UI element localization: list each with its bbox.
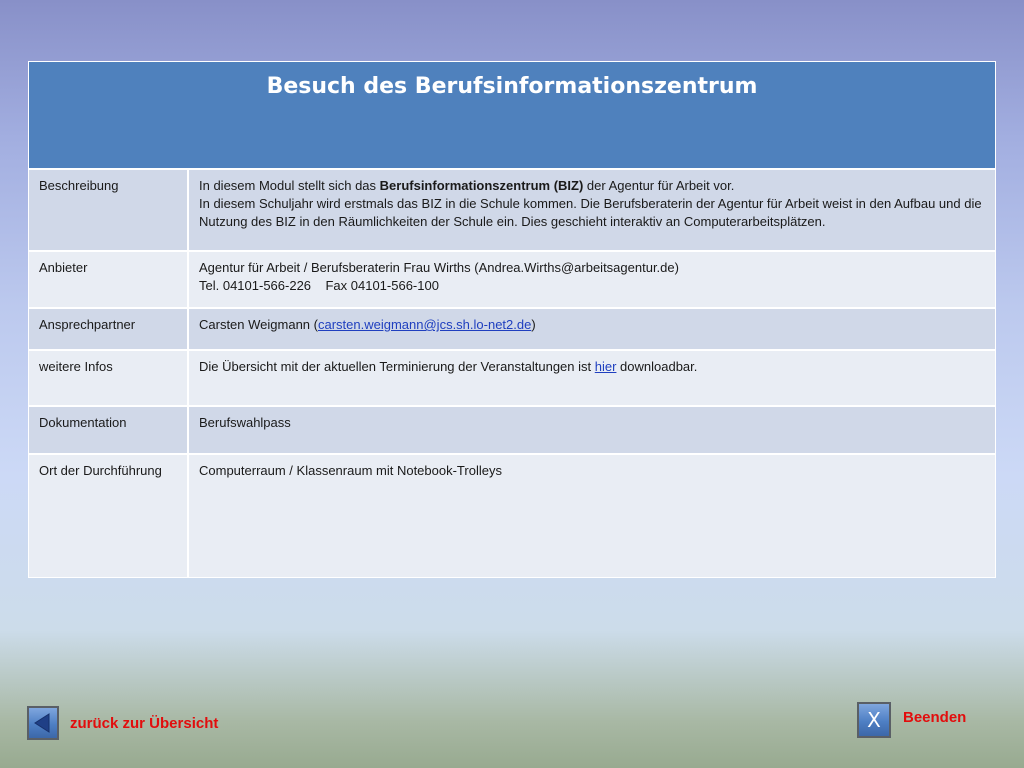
download-link[interactable]: hier [595,359,617,374]
info-text: Die Übersicht mit der aktuellen Terminie… [199,359,595,374]
provider-phone-text: Tel. 04101-566-226 Fax 04101-566-100 [199,278,439,293]
row-label: Ort der Durchführung [29,455,189,577]
page-title: Besuch des Berufsinformationszentrum [29,62,995,170]
description-text: In diesem Modul stellt sich das [199,178,380,193]
contact-text: Carsten Weigmann ( [199,317,318,332]
row-value: Berufswahlpass [199,415,291,430]
info-table: Besuch des Berufsinformationszentrum Bes… [28,61,996,578]
contact-email-link[interactable]: carsten.weigmann@jcs.sh.lo-net2.de [318,317,531,332]
row-label: Anbieter [29,252,189,307]
row-value: Agentur für Arbeit / Berufsberaterin Fra… [189,252,995,307]
exit-button[interactable]: X Beenden [857,702,966,738]
row-value: Computerraum / Klassenraum mit Notebook-… [199,463,502,478]
row-label: weitere Infos [29,351,189,405]
table-row-anbieter: Anbieter Agentur für Arbeit / Berufsbera… [29,252,995,309]
back-to-overview-label[interactable]: zurück zur Übersicht [70,715,218,732]
exit-label[interactable]: Beenden [903,709,966,726]
table-row-infos: weitere Infos Die Übersicht mit der aktu… [29,351,995,407]
table-row-ort: Ort der Durchführung Computerraum / Klas… [29,455,995,577]
description-text: In diesem Schuljahr wird erstmals das BI… [199,196,982,229]
row-label: Beschreibung [29,170,189,250]
back-to-overview-button[interactable]: zurück zur Übersicht [27,706,218,740]
description-text: der Agentur für Arbeit vor. [583,178,735,193]
table-row-ansprechpartner: Ansprechpartner Carsten Weigmann (carste… [29,309,995,351]
description-bold-text: Berufsinformationszentrum (BIZ) [379,178,584,193]
left-arrow-icon[interactable] [27,706,59,740]
x-glyph: X [867,708,881,732]
x-icon[interactable]: X [857,702,891,738]
row-value: Carsten Weigmann (carsten.weigmann@jcs.s… [189,309,995,349]
table-row-beschreibung: Beschreibung In diesem Modul stellt sich… [29,170,995,252]
contact-text: ) [531,317,536,332]
row-label: Dokumentation [29,407,189,453]
info-text: downloadbar. [616,359,698,374]
row-label: Ansprechpartner [29,309,189,349]
provider-text: Agentur für Arbeit / Berufsberaterin Fra… [199,260,679,275]
row-value: Die Übersicht mit der aktuellen Terminie… [189,351,995,405]
table-row-dokumentation: Dokumentation Berufswahlpass [29,407,995,455]
row-value: In diesem Modul stellt sich das Berufsin… [189,170,995,250]
